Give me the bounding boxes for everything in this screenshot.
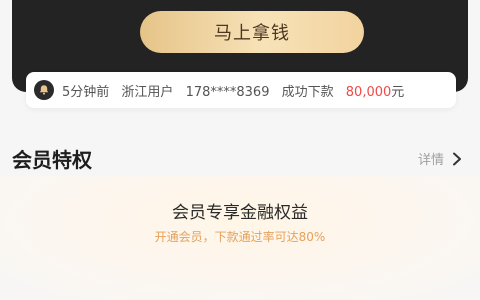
notice-amount: 80,000 — [345, 84, 392, 100]
notice-action: 成功下款 — [281, 84, 334, 100]
loan-notice-bar: 5分钟前 浙江用户 178****8369 成功下款 80,000元 — [26, 72, 456, 108]
notice-phone: 178****8369 — [185, 84, 270, 100]
bell-icon — [34, 80, 54, 100]
benefit-subtitle: 开通会员，下款通过率可达80% — [154, 230, 326, 244]
notice-time: 5分钟前 — [62, 84, 110, 100]
chevron-right-icon — [452, 152, 462, 166]
get-money-label: 马上拿钱 — [214, 23, 290, 44]
notice-unit: 元 — [391, 84, 405, 100]
details-link[interactable]: 详情 — [418, 149, 462, 168]
details-label: 详情 — [417, 153, 444, 168]
notice-user-region: 浙江用户 — [121, 84, 174, 100]
get-money-button[interactable]: 马上拿钱 — [140, 11, 364, 53]
section-title: 会员特权 — [12, 148, 92, 172]
notice-text: 5分钟前 浙江用户 178****8369 成功下款 80,000元 — [62, 81, 412, 100]
benefit-title: 会员专享金融权益 — [172, 203, 308, 223]
member-benefit-card[interactable]: 会员专享金融权益 开通会员，下款通过率可达80% — [0, 176, 480, 300]
